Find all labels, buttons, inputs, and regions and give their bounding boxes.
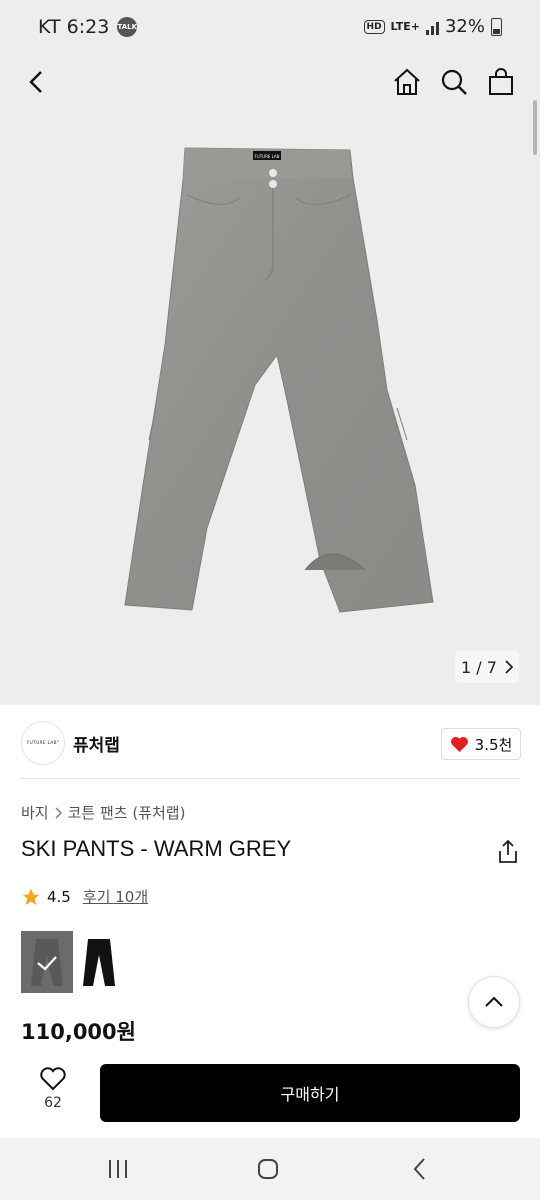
buy-button[interactable]: 구매하기 [100,1064,520,1122]
heart-outline-icon [40,1067,66,1091]
shopping-bag-icon [489,68,513,95]
search-icon [441,69,467,95]
home-nav-button[interactable] [248,1154,288,1184]
heart-filled-icon [450,736,468,752]
cart-button[interactable] [481,62,521,102]
hd-voice-icon: HD [363,19,385,34]
back-icon [29,71,42,93]
battery-percent: 32% [444,16,485,37]
reviews-link[interactable]: 후기 10개 [83,886,148,907]
home-icon [394,68,420,95]
wishlist-count: 62 [44,1095,62,1111]
home-circle-icon [258,1159,278,1179]
brand-name[interactable]: 퓨처랩 [73,731,120,756]
back-nav-button[interactable] [400,1154,440,1184]
battery-icon [491,17,502,36]
wishlist-button[interactable]: 62 [30,1066,76,1122]
breadcrumb: 바지 코튼 팬츠 (퓨처랩) [21,802,185,823]
product-title: SKI PANTS - WARM GREY [21,836,292,861]
product-price: 110,000원 [21,1020,136,1044]
color-option-black[interactable] [73,931,125,993]
rating-row: 4.5 후기 10개 [21,886,148,907]
image-counter[interactable]: 1 / 7 [455,651,519,683]
bottom-action-bar: 62 구매하기 [0,1052,540,1138]
brand-logo[interactable]: FUTURE LAB° [21,721,65,765]
breadcrumb-subcategory[interactable]: 코튼 팬츠 (퓨처랩) [68,802,186,823]
status-bar: KT 6:23 TALK HD LTE+ 32% [0,0,540,56]
brand-row: FUTURE LAB° 퓨처랩 3.5천 [0,705,540,779]
recent-apps-icon [109,1160,127,1178]
grey-pants-thumbnail [31,939,63,986]
share-button[interactable] [494,838,522,866]
black-pants-thumbnail [83,939,115,986]
system-navigation-bar [0,1138,540,1200]
home-button[interactable] [387,62,427,102]
breadcrumb-category[interactable]: 바지 [21,802,49,823]
divider [20,778,520,779]
star-icon [22,888,40,905]
kakaotalk-notification-icon: TALK [117,17,138,37]
recent-apps-button[interactable] [98,1154,138,1184]
garment-label-tag: FUTURE LAB [255,154,280,159]
color-option-grey[interactable] [21,931,73,993]
image-counter-text: 1 / 7 [461,657,497,677]
back-nav-icon [413,1158,425,1180]
share-icon [499,839,517,863]
chevron-up-icon [485,996,503,1007]
chevron-right-icon [55,807,62,818]
scroll-to-top-button[interactable] [468,976,520,1028]
chevron-right-icon [505,660,513,674]
product-image-gallery[interactable]: KT 6:23 TALK HD LTE+ 32% FUTURE LAB 1 / … [0,0,540,705]
signal-icon [425,19,439,35]
brand-like-button[interactable]: 3.5천 [441,728,521,760]
carrier-time: KT 6:23 [38,16,110,38]
scrollbar[interactable] [533,100,537,155]
search-button[interactable] [434,62,474,102]
rating-value: 4.5 [47,887,71,906]
brand-like-count: 3.5천 [474,735,513,754]
product-photo: FUTURE LAB [124,147,434,613]
lte-icon: LTE+ [390,19,420,33]
back-button[interactable] [17,62,57,102]
brand-logo-text: FUTURE LAB° [26,740,60,746]
